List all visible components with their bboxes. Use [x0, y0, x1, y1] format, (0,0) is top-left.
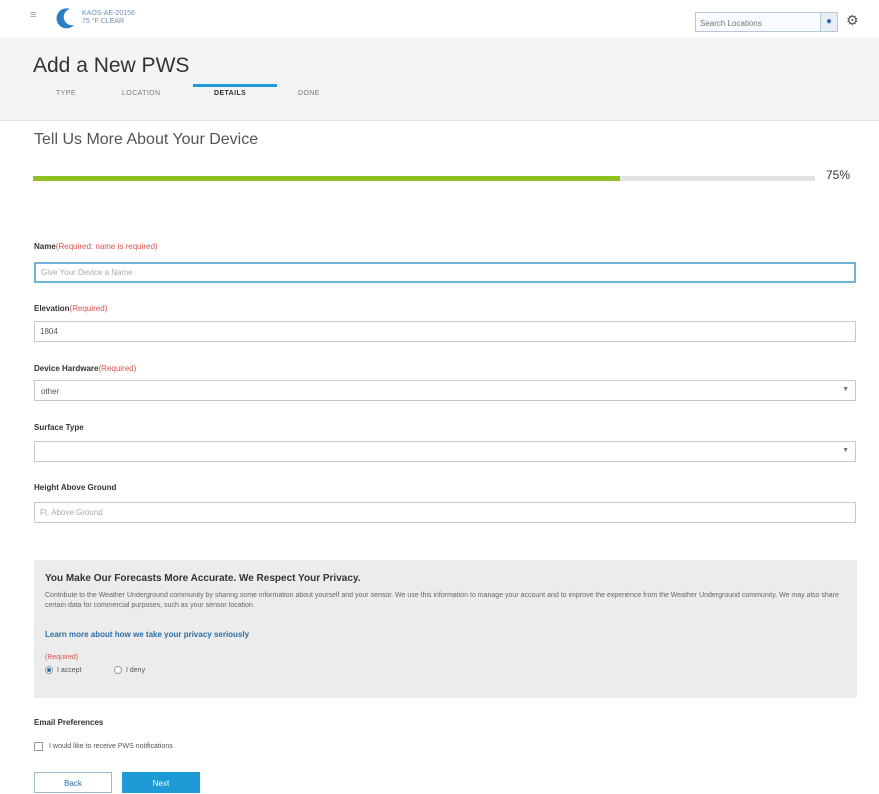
surface-select[interactable]: ▼	[34, 441, 856, 462]
hardware-select-value: other	[41, 387, 60, 396]
accept-radio[interactable]	[45, 666, 53, 674]
page-header: Add a New PWS TYPE LOCATION DETAILS DONE	[0, 38, 879, 121]
chevron-down-icon: ▼	[842, 447, 849, 454]
notifications-checkbox[interactable]	[34, 742, 43, 751]
search-box	[695, 12, 822, 33]
hardware-select[interactable]: other ▼	[34, 380, 856, 401]
privacy-title: You Make Our Forecasts More Accurate. We…	[45, 573, 361, 584]
privacy-body: Contribute to the Weather Underground co…	[45, 592, 839, 609]
progress-bar	[33, 176, 815, 181]
chevron-down-icon: ▼	[842, 386, 849, 393]
name-required-note: (Required: name is required)	[55, 242, 158, 251]
elevation-input[interactable]	[34, 321, 856, 342]
privacy-link[interactable]: Learn more about how we take your privac…	[45, 630, 249, 639]
deny-label: I deny	[126, 666, 146, 674]
elevation-label-text: Elevation	[34, 304, 70, 313]
active-tab-indicator	[193, 84, 277, 87]
tab-type[interactable]: TYPE	[56, 90, 76, 97]
deny-radio[interactable]	[114, 666, 122, 674]
location-pin-button[interactable]: ●	[820, 12, 838, 32]
menu-icon[interactable]: ≡	[30, 10, 40, 21]
logo-icon[interactable]	[52, 6, 78, 30]
notifications-label: I would like to receive PWS notification…	[49, 743, 173, 750]
page-title: Add a New PWS	[33, 54, 190, 77]
progress-percent: 75%	[826, 168, 851, 182]
tab-done[interactable]: DONE	[298, 90, 320, 97]
tab-location[interactable]: LOCATION	[122, 90, 160, 97]
surface-label: Surface Type	[34, 423, 84, 432]
notifications-option[interactable]: I would like to receive PWS notification…	[34, 742, 173, 751]
hardware-label-text: Device Hardware	[34, 364, 99, 373]
elevation-label: Elevation(Required)	[34, 304, 107, 313]
accept-label: I accept	[57, 666, 82, 674]
gear-icon[interactable]: ⚙	[846, 12, 859, 28]
section-title: Tell Us More About Your Device	[34, 131, 259, 148]
deny-option[interactable]: I deny	[114, 666, 145, 674]
accept-option[interactable]: I accept	[45, 666, 82, 674]
top-bar: ≡ KAOS-AE-20156 75 °F CLEAR ● ⚙	[0, 0, 879, 38]
privacy-panel: You Make Our Forecasts More Accurate. We…	[34, 560, 857, 698]
current-temp: 75 °F CLEAR	[82, 18, 125, 25]
height-label: Height Above Ground	[34, 483, 116, 492]
height-label-text: Height Above Ground	[34, 483, 117, 492]
hardware-label: Device Hardware(Required)	[34, 364, 136, 373]
name-label-text: Name	[34, 242, 56, 251]
height-input[interactable]	[34, 502, 856, 523]
surface-label-text: Surface Type	[34, 423, 84, 432]
name-input[interactable]	[34, 262, 856, 283]
privacy-required-note: (Required)	[45, 654, 79, 661]
email-preferences-label: Email Preferences	[34, 718, 104, 727]
current-conditions[interactable]: KAOS-AE-20156 75 °F CLEAR	[82, 10, 135, 26]
back-button[interactable]: Back	[34, 772, 112, 793]
station-id: KAOS-AE-20156	[82, 10, 135, 17]
tab-details[interactable]: DETAILS	[214, 90, 246, 97]
hardware-required-note: (Required)	[98, 364, 137, 373]
progress-fill	[33, 176, 620, 181]
next-button[interactable]: Next	[122, 772, 200, 793]
name-label: Name(Required: name is required)	[34, 242, 158, 251]
elevation-required-note: (Required)	[69, 304, 108, 313]
search-input[interactable]	[696, 14, 804, 33]
